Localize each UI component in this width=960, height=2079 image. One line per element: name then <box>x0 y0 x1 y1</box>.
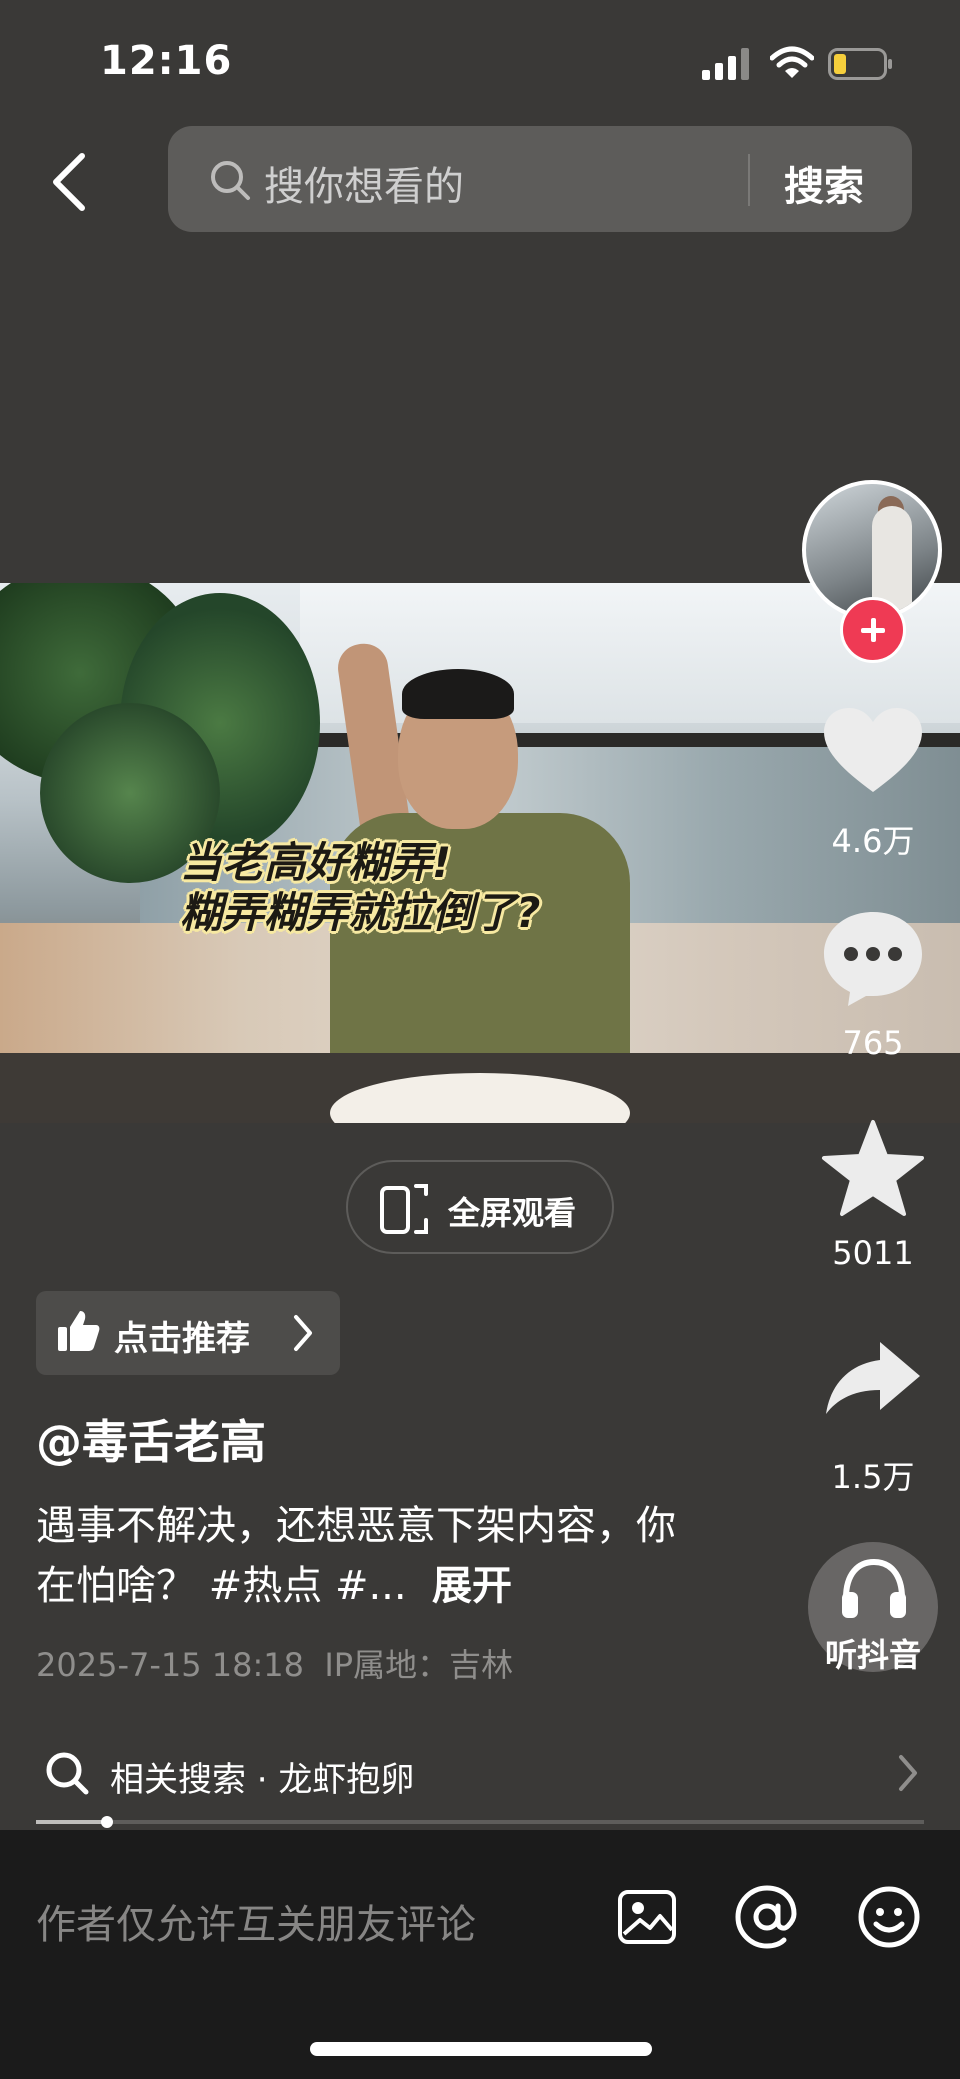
star-icon[interactable] <box>820 1118 926 1218</box>
heart-icon[interactable] <box>820 706 926 796</box>
image-icon[interactable] <box>616 1886 678 1948</box>
search-icon <box>46 1752 89 1795</box>
post-meta: 2025-7-15 18:18 IP属地：吉林 <box>36 1640 513 1686</box>
author-name[interactable]: @毒舌老高 <box>36 1406 266 1472</box>
ip-location: IP属地：吉林 <box>324 1646 514 1684</box>
thumb-up-icon <box>58 1311 100 1351</box>
caption-line-1: 当老高好糊弄! <box>180 838 452 887</box>
comment-bar: 作者仅允许互关朋友评论 <box>0 1830 960 2079</box>
search-icon <box>211 161 250 200</box>
at-icon[interactable] <box>734 1884 800 1950</box>
recommend-label: 点击推荐 <box>114 1319 250 1359</box>
favorite-count: 5011 <box>832 1234 914 1272</box>
related-search-label: 相关搜索 · 龙虾抱卵 <box>110 1760 415 1800</box>
search-divider <box>748 154 750 206</box>
progress-handle[interactable] <box>101 1816 113 1828</box>
post-description: 遇事不解决，还想恶意下架内容，你在怕啥？ #热点 #... 展开 <box>36 1496 696 1616</box>
home-indicator[interactable] <box>310 2042 652 2056</box>
status-time: 12:16 <box>100 38 233 84</box>
recommend-button[interactable]: 点击推荐 <box>36 1291 340 1375</box>
listen-label: 听抖音 <box>824 1636 921 1674</box>
comment-count: 765 <box>842 1024 904 1062</box>
battery-icon <box>828 48 892 80</box>
wifi-icon <box>770 46 814 78</box>
expand-link[interactable]: 展开 <box>432 1563 512 1609</box>
search-button[interactable]: 搜索 <box>784 154 864 212</box>
chevron-right-icon <box>294 1315 312 1351</box>
share-icon[interactable] <box>820 1338 926 1418</box>
search-input[interactable]: 搜你想看的 <box>264 154 464 212</box>
headphones-icon[interactable] <box>838 1556 910 1622</box>
progress-fill <box>36 1820 107 1824</box>
share-count: 1.5万 <box>831 1458 915 1496</box>
comment-input[interactable]: 作者仅允许互关朋友评论 <box>36 1892 476 1950</box>
video-caption: 当老高好糊弄! 糊弄糊弄就拉倒了? <box>180 838 540 938</box>
comment-icon[interactable] <box>820 908 926 1008</box>
emoji-icon[interactable] <box>856 1884 922 1950</box>
fullscreen-icon <box>380 1184 428 1234</box>
caption-line-2: 糊弄糊弄就拉倒了? <box>180 888 541 937</box>
fullscreen-button[interactable]: 全屏观看 <box>346 1160 614 1254</box>
progress-track[interactable] <box>36 1820 924 1824</box>
signal-icon <box>702 48 749 80</box>
description-text: 遇事不解决，还想恶意下架内容，你在怕啥？ #热点 #... <box>36 1503 676 1609</box>
follow-button[interactable] <box>840 597 906 663</box>
post-timestamp: 2025-7-15 18:18 <box>36 1646 304 1684</box>
fullscreen-label: 全屏观看 <box>448 1194 577 1232</box>
back-icon[interactable] <box>48 152 88 212</box>
chevron-right-icon <box>899 1755 917 1791</box>
like-count: 4.6万 <box>831 822 915 860</box>
search-bar[interactable]: 搜你想看的 搜索 <box>168 126 912 232</box>
